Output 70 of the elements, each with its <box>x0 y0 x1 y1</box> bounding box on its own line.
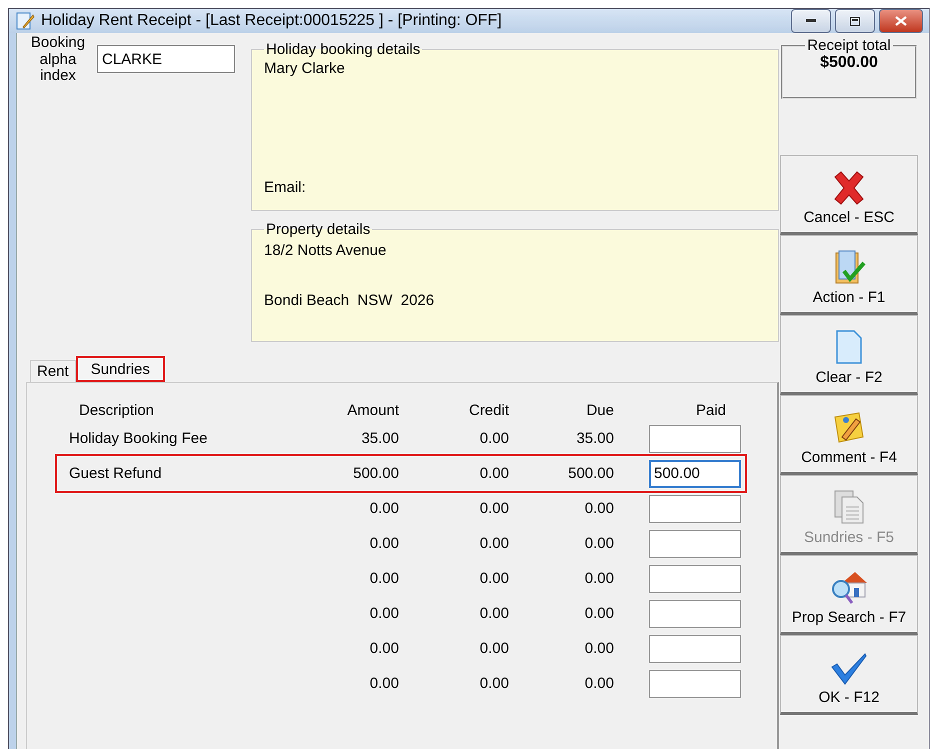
receipt-total-value: $500.00 <box>819 54 879 72</box>
table-cell: 500.00 <box>568 465 614 482</box>
paid-field[interactable] <box>649 494 741 522</box>
panel-title: Holiday booking details <box>265 41 422 58</box>
paid-field[interactable] <box>649 564 741 592</box>
table-cell: 35.00 <box>361 430 399 447</box>
table-cell: 0.00 <box>480 500 509 517</box>
checkmark-icon <box>831 653 867 685</box>
table-cell: 0.00 <box>370 675 399 692</box>
booking-index-field[interactable]: CLARKE <box>97 45 235 73</box>
table-cell: 0.00 <box>480 430 509 447</box>
table-cell: 0.00 <box>584 535 614 552</box>
table-cell: 0.00 <box>370 570 399 587</box>
tab[interactable]: Rent <box>30 360 76 382</box>
address-line: 18/2 Notts Avenue <box>264 241 388 261</box>
paid-field[interactable]: 500.00 <box>649 460 741 488</box>
toolbar-button[interactable]: OK - F12 <box>780 635 918 715</box>
table-cell: 35.00 <box>576 430 614 447</box>
table-cell: 0.00 <box>370 640 399 657</box>
table-cell: Guest Refund <box>69 465 162 482</box>
column-header: Description <box>78 402 156 418</box>
panel-title: Receipt total <box>806 37 892 54</box>
column-header: Amount <box>346 402 399 418</box>
minimize-icon <box>806 19 816 23</box>
documents-icon <box>833 489 865 525</box>
address-line: Bondi Beach NSW 2026 <box>264 291 436 311</box>
minimize-button[interactable] <box>791 9 831 33</box>
paid-field[interactable] <box>649 634 741 662</box>
paid-field[interactable] <box>649 424 741 452</box>
paid-field[interactable] <box>649 670 741 698</box>
field-label: Booking alpha index <box>30 35 86 84</box>
restore-button[interactable] <box>835 9 875 33</box>
paid-field[interactable] <box>649 600 741 628</box>
table-cell: 500.00 <box>353 465 399 482</box>
restore-icon <box>850 16 860 26</box>
table-cell: 0.00 <box>584 605 614 622</box>
guest-name: Mary Clarke <box>264 60 346 77</box>
close-button[interactable] <box>879 9 923 33</box>
toolbar-button[interactable]: Prop Search - F7 <box>780 555 918 635</box>
table-cell: 0.00 <box>370 500 399 517</box>
note-pencil-icon <box>832 411 866 445</box>
table-cell: Holiday Booking Fee <box>69 430 208 447</box>
table-cell: 0.00 <box>370 605 399 622</box>
toolbar-button[interactable]: Clear - F2 <box>780 315 918 395</box>
column-header: Credit <box>468 402 509 418</box>
receipt-pen-icon <box>15 11 35 31</box>
toolbar-button[interactable]: Action - F1 <box>780 235 918 315</box>
table-cell: 0.00 <box>584 500 614 517</box>
table-cell: 0.00 <box>480 605 509 622</box>
panel-title: Property details <box>265 221 372 238</box>
table-cell: 0.00 <box>480 465 509 482</box>
table-cell: 0.00 <box>584 640 614 657</box>
close-icon <box>895 16 907 26</box>
table-cell: 0.00 <box>584 570 614 587</box>
blank-page-icon <box>835 329 863 365</box>
house-search-icon <box>830 569 868 605</box>
email-label: Email: <box>264 179 307 196</box>
table-cell: 0.00 <box>480 570 509 587</box>
table-cell: 0.00 <box>480 640 509 657</box>
window-title: Holiday Rent Receipt - [Last Receipt:00015225 ] - [Printing: OFF] <box>41 12 502 30</box>
table-cell: 0.00 <box>480 535 509 552</box>
table-cell: 0.00 <box>480 675 509 692</box>
paid-field[interactable] <box>649 530 741 558</box>
toolbar-button[interactable]: Cancel - ESC <box>780 155 918 235</box>
toolbar-button[interactable]: Comment - F4 <box>780 395 918 475</box>
table-cell: 0.00 <box>584 675 614 692</box>
tab[interactable]: Sundries <box>76 356 165 382</box>
column-header: Paid <box>694 402 727 418</box>
column-header: Due <box>585 402 614 418</box>
table-cell: 0.00 <box>370 535 399 552</box>
